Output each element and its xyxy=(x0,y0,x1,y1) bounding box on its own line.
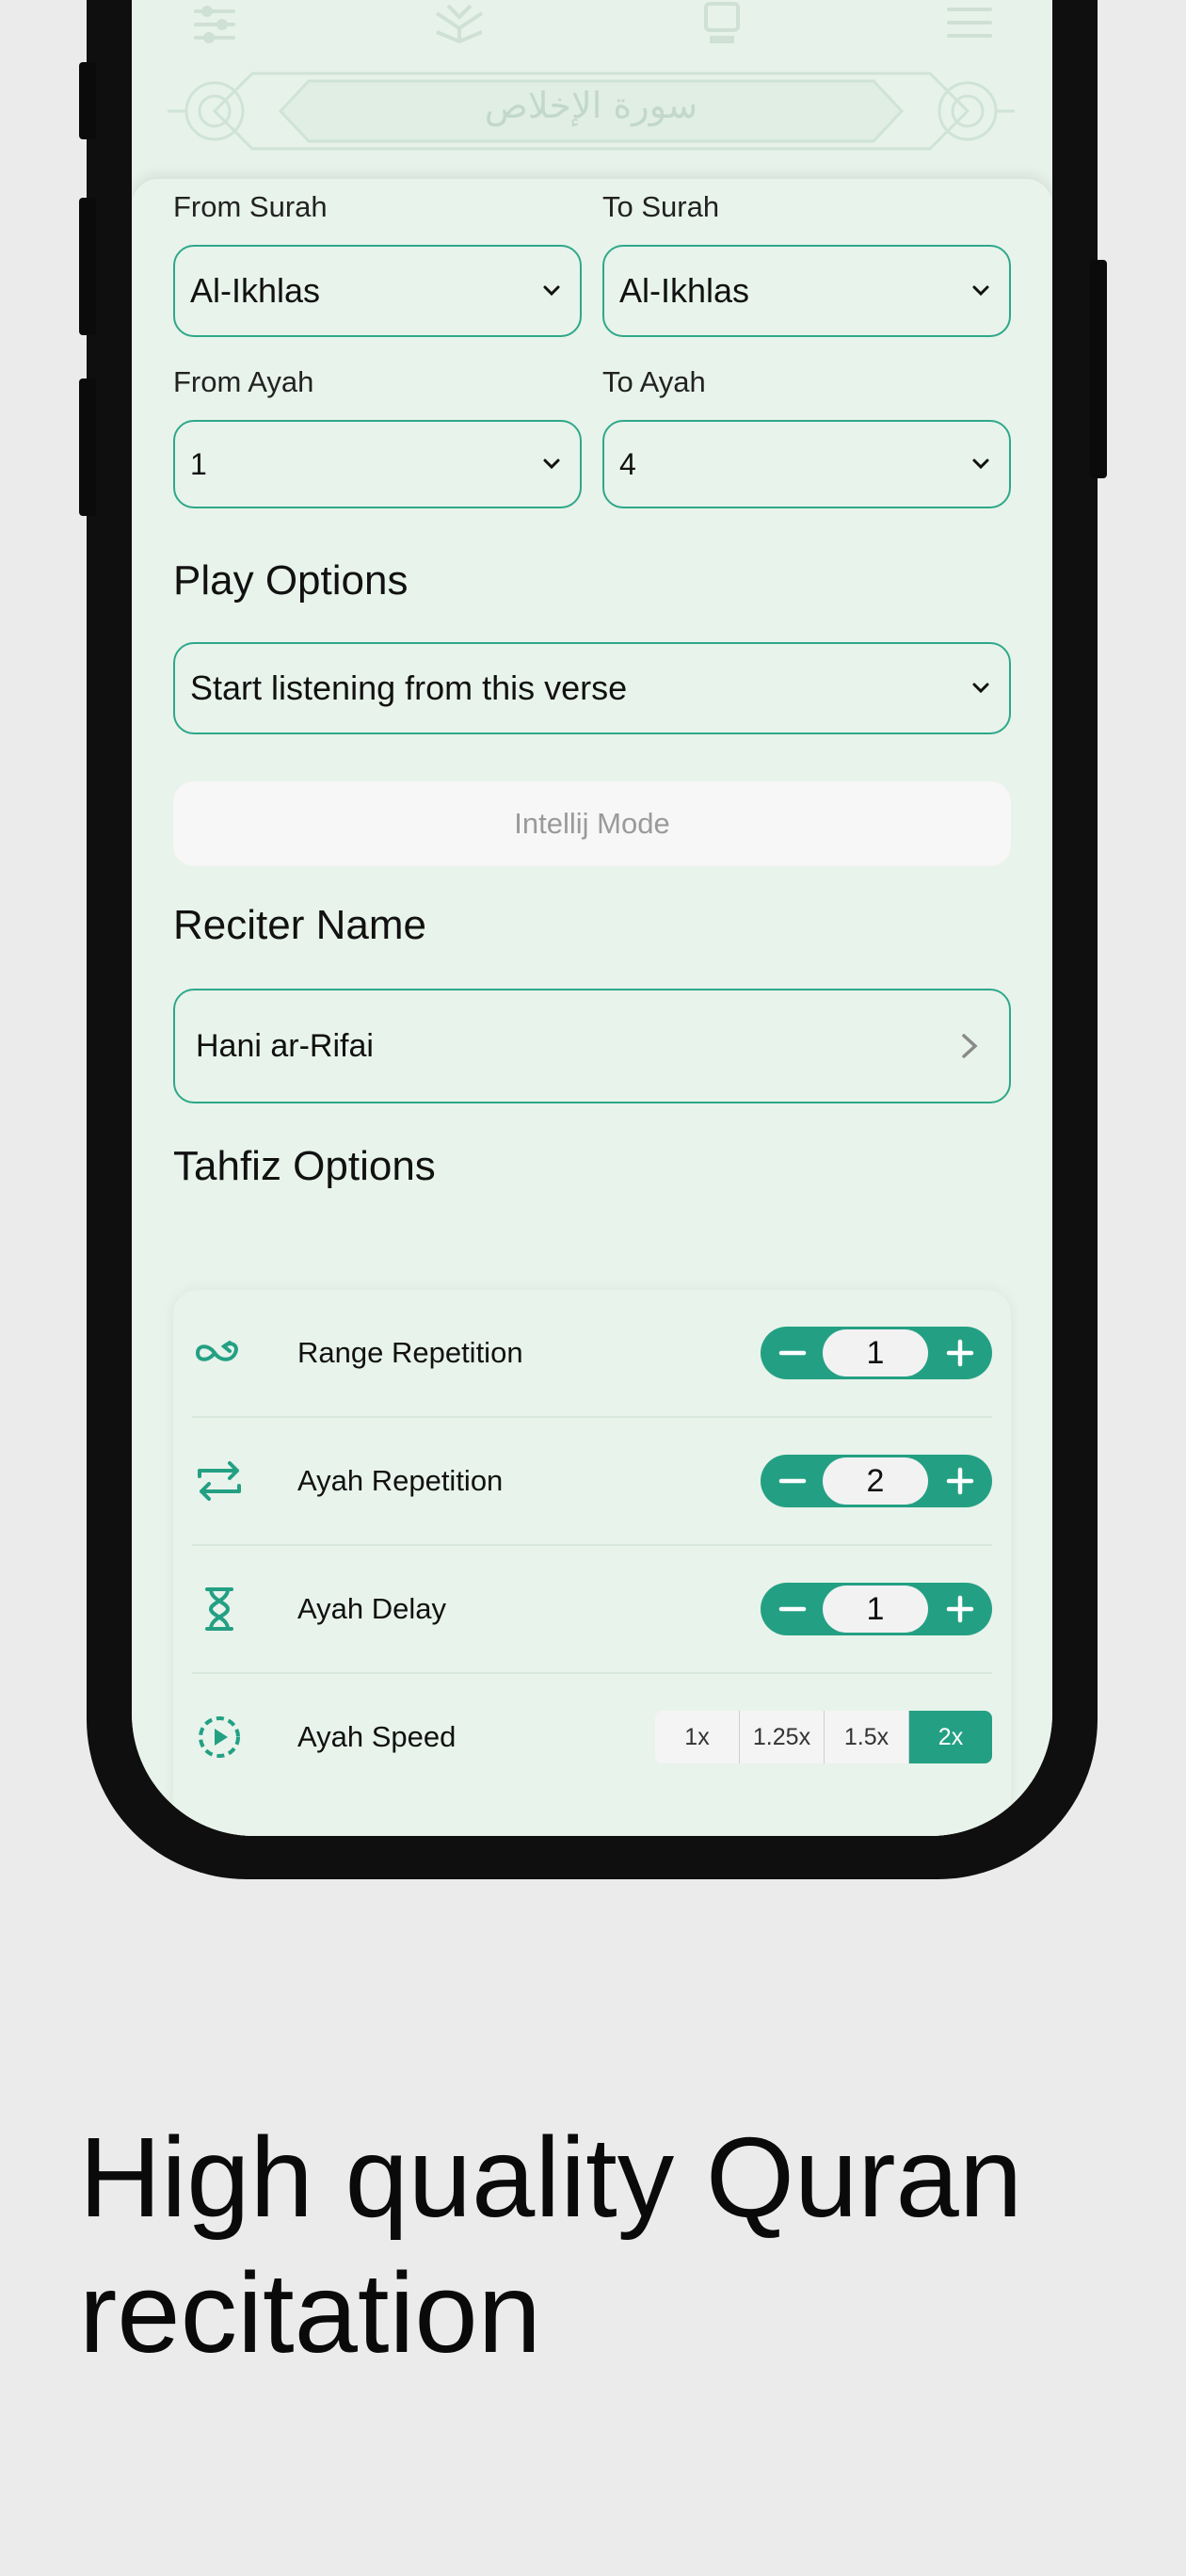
from-ayah-label: From Ayah xyxy=(173,365,314,398)
reciter-selector[interactable]: Hani ar-Rifai xyxy=(173,989,1011,1103)
chevron-down-icon xyxy=(972,683,989,694)
ayah-repetition-stepper: 2 xyxy=(761,1455,992,1507)
tahfiz-options-card: Range Repetition 1 Ayah Repetition 2 Aya… xyxy=(173,1290,1011,1836)
minus-icon[interactable] xyxy=(764,1327,821,1379)
speed-selector: 1x 1.25x 1.5x 2x xyxy=(655,1711,992,1763)
reciter-heading: Reciter Name xyxy=(173,902,426,948)
ayah-repetition-label: Ayah Repetition xyxy=(297,1464,504,1497)
play-options-select[interactable]: Start listening from this verse xyxy=(173,642,1011,734)
from-ayah-select[interactable]: 1 xyxy=(173,420,582,508)
to-surah-value: Al-Ikhlas xyxy=(619,271,750,310)
tafsir-icon[interactable] xyxy=(697,0,749,47)
phone-screen: سورة الإخلاص From Surah To Surah Al-Ikhl… xyxy=(132,0,1052,1836)
tahfiz-heading: Tahfiz Options xyxy=(173,1143,436,1189)
play-options-heading: Play Options xyxy=(173,557,409,604)
top-toolbar xyxy=(132,0,1052,47)
chevron-down-icon xyxy=(543,285,560,297)
from-surah-select[interactable]: Al-Ikhlas xyxy=(173,245,582,337)
phone-frame: سورة الإخلاص From Surah To Surah Al-Ikhl… xyxy=(87,0,1098,1879)
player-settings-sheet: From Surah To Surah Al-Ikhlas Al-Ikhlas … xyxy=(132,179,1052,1836)
repeat-arrows-icon xyxy=(198,1461,241,1501)
hourglass-icon xyxy=(205,1587,233,1631)
range-repetition-label: Range Repetition xyxy=(297,1336,523,1369)
to-ayah-select[interactable]: 4 xyxy=(602,420,1011,508)
menu-icon[interactable] xyxy=(943,0,996,47)
speed-option-1x[interactable]: 1x xyxy=(655,1711,740,1763)
stepper-value: 1 xyxy=(823,1329,928,1377)
range-repetition-stepper: 1 xyxy=(761,1327,992,1379)
from-ayah-value: 1 xyxy=(190,446,207,481)
phone-side-button xyxy=(79,62,96,139)
to-ayah-label: To Ayah xyxy=(602,365,706,398)
phone-power-button xyxy=(1090,260,1107,478)
ayah-delay-label: Ayah Delay xyxy=(297,1592,446,1625)
to-surah-label: To Surah xyxy=(602,190,720,223)
plus-icon[interactable] xyxy=(932,1583,988,1635)
marketing-headline: High quality Quran recitation xyxy=(79,2113,1023,2376)
speed-option-2x[interactable]: 2x xyxy=(909,1711,992,1763)
chevron-right-icon xyxy=(962,1034,978,1058)
surah-banner-arabic: سورة الإخلاص xyxy=(484,85,698,126)
chevron-down-icon xyxy=(543,459,560,470)
ayah-speed-row: Ayah Speed 1x 1.25x 1.5x 2x xyxy=(192,1674,992,1800)
to-ayah-value: 4 xyxy=(619,446,636,481)
reciter-value: Hani ar-Rifai xyxy=(196,1027,374,1064)
minus-icon[interactable] xyxy=(764,1455,821,1507)
play-options-value: Start listening from this verse xyxy=(190,668,628,707)
speed-option-1.25x[interactable]: 1.25x xyxy=(740,1711,825,1763)
phone-volume-up xyxy=(79,198,96,335)
stepper-value: 2 xyxy=(823,1457,928,1505)
minus-icon[interactable] xyxy=(764,1583,821,1635)
surah-banner: سورة الإخلاص xyxy=(168,64,1015,158)
range-repetition-row: Range Repetition 1 xyxy=(192,1290,992,1416)
phone-volume-down xyxy=(79,378,96,516)
from-surah-value: Al-Ikhlas xyxy=(190,271,321,310)
chevron-down-icon xyxy=(972,285,989,297)
infinity-repeat-icon xyxy=(196,1341,238,1361)
plus-icon[interactable] xyxy=(932,1455,988,1507)
intellij-mode-button[interactable]: Intellij Mode xyxy=(173,781,1011,866)
ayah-speed-label: Ayah Speed xyxy=(297,1720,457,1753)
from-surah-label: From Surah xyxy=(173,190,328,223)
ayah-delay-stepper: 1 xyxy=(761,1583,992,1635)
stepper-value: 1 xyxy=(823,1586,928,1633)
sliders-icon[interactable] xyxy=(188,0,241,47)
chevron-down-icon xyxy=(972,459,989,470)
quran-icon[interactable] xyxy=(433,0,486,47)
speed-play-icon xyxy=(199,1716,240,1758)
ayah-delay-row: Ayah Delay 1 xyxy=(192,1546,992,1672)
speed-option-1.5x[interactable]: 1.5x xyxy=(825,1711,909,1763)
plus-icon[interactable] xyxy=(932,1327,988,1379)
ayah-repetition-row: Ayah Repetition 2 xyxy=(192,1418,992,1544)
to-surah-select[interactable]: Al-Ikhlas xyxy=(602,245,1011,337)
